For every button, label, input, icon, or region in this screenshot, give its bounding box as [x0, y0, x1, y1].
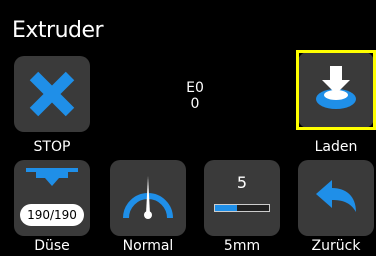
screen-title: Extruder: [12, 18, 104, 43]
nozzle-label: Düse: [34, 238, 70, 254]
nozzle-button[interactable]: 190/190: [14, 160, 90, 236]
step-button[interactable]: 5: [204, 160, 280, 236]
back-arrow-icon: [316, 180, 356, 212]
extruder-status: E0 0: [145, 80, 245, 112]
gauge-icon: [123, 176, 173, 219]
back-label: Zurück: [311, 238, 361, 254]
extruder-value: 0: [190, 96, 200, 112]
extruder-name: E0: [186, 80, 204, 96]
step-level-fill: [215, 205, 237, 211]
step-value: 5: [236, 173, 248, 192]
stop-button[interactable]: [14, 56, 90, 132]
close-icon: [29, 71, 75, 117]
nozzle-temp: 190/190: [20, 204, 84, 226]
stop-label: STOP: [33, 139, 71, 155]
back-button[interactable]: [298, 160, 374, 236]
speed-label: Normal: [122, 238, 174, 254]
speed-button[interactable]: [110, 160, 186, 236]
nozzle-icon: [26, 168, 78, 186]
load-label: Laden: [314, 139, 358, 155]
step-level-bar: [214, 204, 270, 212]
step-label: 5mm: [223, 238, 261, 254]
selection-frame: [296, 50, 376, 130]
